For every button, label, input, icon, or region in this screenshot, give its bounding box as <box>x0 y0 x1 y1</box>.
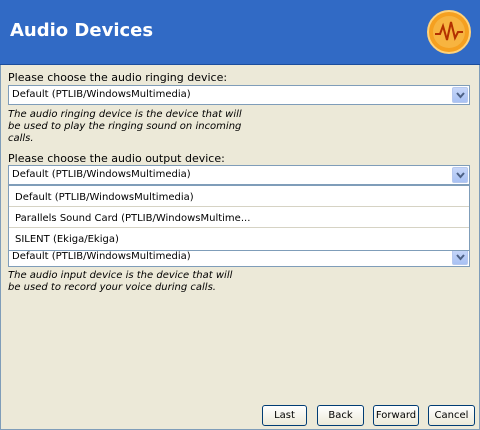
chevron-down-icon <box>456 254 465 261</box>
last-button[interactable]: Last <box>262 405 307 426</box>
output-device-dropdown-list: Default (PTLIB/WindowsMultimedia) Parall… <box>8 185 470 251</box>
output-device-value: Default (PTLIB/WindowsMultimedia) <box>12 169 191 180</box>
ringing-device-combo[interactable]: Default (PTLIB/WindowsMultimedia) <box>8 85 470 105</box>
input-device-value: Default (PTLIB/WindowsMultimedia) <box>12 251 191 262</box>
output-device-label: Please choose the audio output device: <box>8 152 225 165</box>
ringing-device-label: Please choose the audio ringing device: <box>8 71 228 84</box>
ringing-device-dropdown-button[interactable] <box>452 87 468 103</box>
ringing-help-line1: The audio ringing device is the device t… <box>8 109 242 120</box>
ringing-device-help: The audio ringing device is the device t… <box>8 109 268 145</box>
ringing-help-line2: be used to play the ringing sound on inc… <box>8 121 242 144</box>
output-device-dropdown-button[interactable] <box>452 167 468 183</box>
input-device-help: The audio input device is the device tha… <box>8 270 268 294</box>
dropdown-option[interactable]: Parallels Sound Card (PTLIB/WindowsMulti… <box>9 207 469 228</box>
input-device-dropdown-button[interactable] <box>452 249 468 265</box>
back-button[interactable]: Back <box>317 405 364 426</box>
page-header: Audio Devices <box>0 0 480 65</box>
input-help-line2: be used to record your voice during call… <box>8 282 216 293</box>
chevron-down-icon <box>456 92 465 99</box>
cancel-button[interactable]: Cancel <box>428 405 475 426</box>
ekiga-logo-icon <box>427 10 471 54</box>
forward-button[interactable]: Forward <box>373 405 419 426</box>
page-title: Audio Devices <box>10 20 154 41</box>
ringing-device-value: Default (PTLIB/WindowsMultimedia) <box>12 89 191 100</box>
dropdown-option[interactable]: Default (PTLIB/WindowsMultimedia) <box>9 186 469 207</box>
navigation-buttons: Last Back Forward Cancel <box>0 405 480 427</box>
output-device-combo[interactable]: Default (PTLIB/WindowsMultimedia) <box>8 165 470 185</box>
input-help-line1: The audio input device is the device tha… <box>8 270 233 281</box>
chevron-down-icon <box>456 172 465 179</box>
dropdown-option[interactable]: SILENT (Ekiga/Ekiga) <box>9 228 469 249</box>
